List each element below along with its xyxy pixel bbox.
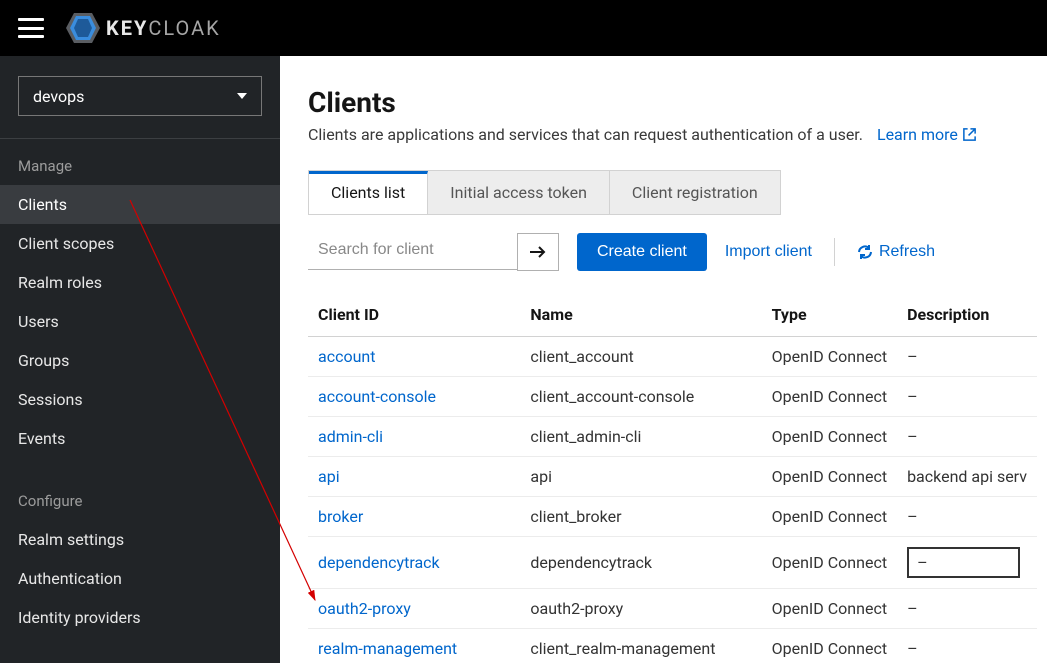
table-row: admin-cli client_admin-cliOpenID Connect– — [308, 417, 1037, 457]
tab-clients-list[interactable]: Clients list — [309, 171, 428, 214]
client-link[interactable]: account — [318, 347, 375, 366]
table-row: apiapiOpenID Connectbackend api serv — [308, 457, 1037, 497]
cell-description: – — [897, 377, 1037, 417]
table-row: realm-management client_realm-managementO… — [308, 629, 1037, 663]
cell-type: OpenID Connect — [762, 337, 897, 377]
refresh-label: Refresh — [879, 243, 935, 261]
realm-selector-value: devops — [33, 87, 84, 106]
sidebar-item-events[interactable]: Events — [0, 419, 280, 458]
create-client-button[interactable]: Create client — [577, 233, 707, 271]
sidebar-section-configure: Configure — [0, 484, 280, 520]
cell-name: oauth2-proxy — [520, 589, 761, 629]
cell-name: client_broker — [520, 497, 761, 537]
toolbar-divider — [834, 238, 835, 266]
topbar: KEYCLOAK — [0, 0, 1047, 56]
cell-name: client_account — [520, 337, 761, 377]
th-name[interactable]: Name — [520, 293, 761, 337]
brand-logo[interactable]: KEYCLOAK — [66, 13, 221, 43]
toolbar: Create client Import client Refresh — [308, 233, 1037, 271]
page-subtitle-row: Clients are applications and services th… — [308, 125, 1037, 144]
cell-client-id: account-console — [308, 377, 520, 417]
page-subtitle: Clients are applications and services th… — [308, 125, 863, 144]
sidebar-item-identity-providers[interactable]: Identity providers — [0, 598, 280, 637]
sidebar-item-groups[interactable]: Groups — [0, 341, 280, 380]
client-link[interactable]: api — [318, 467, 340, 486]
cell-client-id: api — [308, 457, 520, 497]
cell-description: – — [897, 537, 1037, 589]
cell-description: backend api serv — [897, 457, 1037, 497]
cell-client-id: dependencytrack — [308, 537, 520, 589]
client-link[interactable]: admin-cli — [318, 427, 383, 446]
refresh-button[interactable]: Refresh — [857, 243, 935, 261]
cell-type: OpenID Connect — [762, 417, 897, 457]
brand-name-thin: CLOAK — [148, 16, 220, 40]
tab-client-registration[interactable]: Client registration — [610, 171, 780, 214]
search-field[interactable] — [308, 235, 518, 270]
cell-client-id: broker — [308, 497, 520, 537]
sidebar-item-clients[interactable]: Clients — [0, 185, 280, 224]
cell-type: OpenID Connect — [762, 497, 897, 537]
external-link-icon — [962, 127, 977, 142]
cell-description: – — [897, 337, 1037, 377]
cell-type: OpenID Connect — [762, 457, 897, 497]
cell-type: OpenID Connect — [762, 589, 897, 629]
cell-name: dependencytrack — [520, 537, 761, 589]
sidebar-item-client-scopes[interactable]: Client scopes — [0, 224, 280, 263]
client-link[interactable]: realm-management — [318, 639, 457, 658]
learn-more-link[interactable]: Learn more — [877, 125, 977, 144]
chevron-down-icon — [237, 93, 247, 99]
search-input[interactable] — [308, 235, 531, 265]
cell-name: api — [520, 457, 761, 497]
sidebar-divider — [0, 138, 280, 139]
menu-toggle-icon[interactable] — [18, 18, 44, 38]
cell-name: client_realm-management — [520, 629, 761, 663]
table-row: dependencytrackdependencytrackOpenID Con… — [308, 537, 1037, 589]
search-submit-button[interactable] — [517, 233, 559, 271]
sidebar-item-realm-settings[interactable]: Realm settings — [0, 520, 280, 559]
brand-name-bold: KEY — [106, 16, 148, 40]
cell-name: client_admin-cli — [520, 417, 761, 457]
sidebar-item-users[interactable]: Users — [0, 302, 280, 341]
table-row: account-console client_account-consoleOpe… — [308, 377, 1037, 417]
cell-description: – — [897, 629, 1037, 663]
learn-more-label: Learn more — [877, 125, 958, 144]
th-type[interactable]: Type — [762, 293, 897, 337]
client-link[interactable]: broker — [318, 507, 363, 526]
table-row: account client_accountOpenID Connect– — [308, 337, 1037, 377]
sidebar: devops Manage ClientsClient scopesRealm … — [0, 56, 280, 663]
cell-type: OpenID Connect — [762, 537, 897, 589]
sidebar-item-authentication[interactable]: Authentication — [0, 559, 280, 598]
sidebar-item-sessions[interactable]: Sessions — [0, 380, 280, 419]
tab-initial-access-token[interactable]: Initial access token — [428, 171, 610, 214]
realm-selector[interactable]: devops — [18, 76, 262, 116]
cell-client-id: oauth2-proxy — [308, 589, 520, 629]
cell-description: – — [897, 417, 1037, 457]
refresh-icon — [857, 244, 873, 260]
main-content: Clients Clients are applications and ser… — [280, 56, 1047, 663]
th-client-id[interactable]: Client ID — [308, 293, 520, 337]
table-row: broker client_brokerOpenID Connect– — [308, 497, 1037, 537]
keycloak-logo-icon — [66, 13, 100, 43]
client-link[interactable]: oauth2-proxy — [318, 599, 411, 618]
cell-name: client_account-console — [520, 377, 761, 417]
cell-client-id: realm-management — [308, 629, 520, 663]
cell-type: OpenID Connect — [762, 629, 897, 663]
th-description[interactable]: Description — [897, 293, 1037, 337]
cell-description: – — [897, 497, 1037, 537]
tabs: Clients listInitial access tokenClient r… — [308, 170, 781, 215]
arrow-right-icon — [529, 245, 547, 259]
sidebar-item-realm-roles[interactable]: Realm roles — [0, 263, 280, 302]
page-title: Clients — [308, 86, 1037, 119]
client-link[interactable]: account-console — [318, 387, 436, 406]
cell-type: OpenID Connect — [762, 377, 897, 417]
cell-client-id: admin-cli — [308, 417, 520, 457]
table-row: oauth2-proxyoauth2-proxyOpenID Connect– — [308, 589, 1037, 629]
import-client-button[interactable]: Import client — [725, 243, 812, 261]
clients-table: Client ID Name Type Description account c… — [308, 293, 1037, 663]
sidebar-section-manage: Manage — [0, 149, 280, 185]
cell-client-id: account — [308, 337, 520, 377]
client-link[interactable]: dependencytrack — [318, 553, 440, 572]
cell-description: – — [897, 589, 1037, 629]
